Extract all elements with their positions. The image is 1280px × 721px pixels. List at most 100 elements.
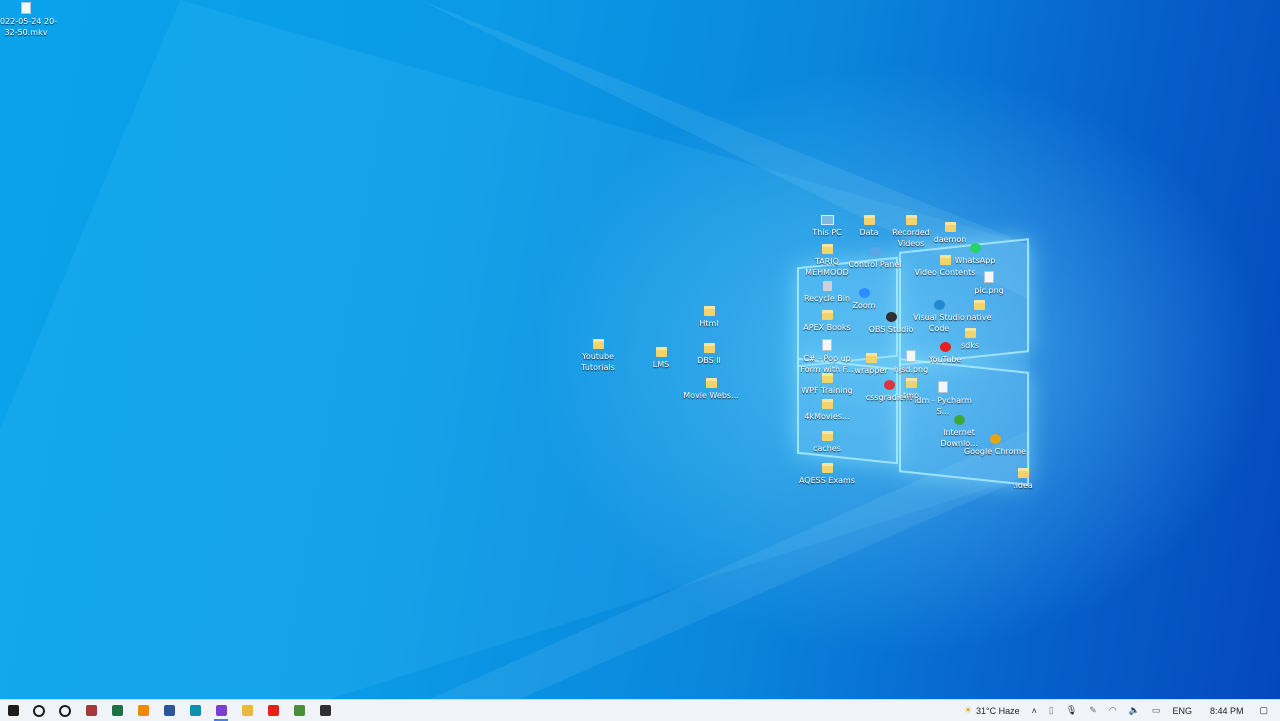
taskbar-apps <box>0 700 338 721</box>
word-icon[interactable] <box>156 700 182 721</box>
folder-icon <box>821 373 833 383</box>
obs-icon[interactable] <box>312 700 338 721</box>
recycle-bin-icon <box>822 281 832 291</box>
desktop-icon[interactable]: DBS II <box>677 343 741 366</box>
folder-icon <box>705 378 717 388</box>
access-icon[interactable] <box>78 700 104 721</box>
file-explorer-icon[interactable] <box>234 700 260 721</box>
desktop-icon[interactable]: pic.png <box>957 271 1021 296</box>
folder-icon <box>821 431 833 441</box>
folder-icon <box>703 306 715 316</box>
folder-icon <box>944 222 956 232</box>
chrome-icon[interactable] <box>286 700 312 721</box>
desktop-icon-label: 4kMovies... <box>804 412 850 421</box>
desktop-icon[interactable]: AQESS Exams <box>795 463 859 486</box>
desktop-icon[interactable]: 2022-05-24 20-32-50.mkv <box>0 2 58 38</box>
youtube-icon-glyph <box>267 705 279 716</box>
language-indicator[interactable]: ENG <box>1166 700 1198 721</box>
folder-icon <box>863 215 875 225</box>
desktop-icon-label: hjsd.png <box>893 365 929 374</box>
desktop-icon-label: caches <box>813 444 841 453</box>
desktop-icon[interactable]: native <box>947 300 1011 323</box>
pen-icon[interactable]: ✎ <box>1083 700 1103 721</box>
start-button[interactable] <box>0 700 26 721</box>
word-icon-glyph <box>163 705 175 716</box>
desktop-icon[interactable]: APEX Books <box>795 310 859 333</box>
file-icon <box>938 381 948 393</box>
desktop-icon[interactable]: Zoom <box>832 288 896 311</box>
desktop-icon-label: AQESS Exams <box>798 476 856 485</box>
desktop-icon[interactable]: Google Chrome <box>963 434 1027 457</box>
folder-icon <box>939 255 951 265</box>
desktop-icon-label: pic.png <box>974 286 1004 295</box>
notifications-icon[interactable]: ▢ <box>1255 700 1280 721</box>
cortana-icon-glyph <box>59 704 71 717</box>
desktop-icon-label: DBS II <box>697 356 721 365</box>
desktop-icon[interactable]: Control Panel <box>843 247 907 270</box>
app-icon <box>858 288 870 298</box>
edge-icon-glyph <box>189 705 201 716</box>
visual-studio-icon-glyph <box>215 705 227 716</box>
volume-icon[interactable]: 🔈 <box>1123 700 1146 721</box>
battery-icon[interactable]: ▭ <box>1146 700 1167 721</box>
folder-icon <box>964 328 976 338</box>
folder-icon <box>821 310 833 320</box>
app-icon <box>885 312 897 322</box>
desktop-icon[interactable]: WPF Training <box>795 373 859 396</box>
wifi-icon[interactable]: ◠ <box>1103 700 1123 721</box>
file-icon <box>906 350 916 362</box>
folder-icon <box>905 215 917 225</box>
excel-icon[interactable] <box>104 700 130 721</box>
folder-icon <box>973 300 985 310</box>
weather-widget[interactable]: ☀ 31°C Haze <box>958 700 1026 721</box>
desktop-icon[interactable]: idm - Pycharm S... <box>911 381 975 417</box>
taskbar: ☀ 31°C Haze ˄ ▯ 🎙 ✎ ◠ 🔈 ▭ ENG 8:44 PM ▢ <box>0 699 1280 721</box>
file-icon <box>21 2 31 14</box>
desktop-icon[interactable]: daemon <box>918 222 982 245</box>
desktop-icon-label: Google Chrome <box>963 447 1027 456</box>
folder-icon <box>821 463 833 473</box>
microphone-icon[interactable]: 🎙 <box>1060 700 1083 721</box>
search-icon[interactable] <box>26 700 52 721</box>
vlc-icon[interactable] <box>130 700 156 721</box>
weather-text: 31°C Haze <box>976 705 1020 716</box>
file-icon <box>984 271 994 283</box>
desktop-icon[interactable]: .idea <box>991 468 1055 491</box>
youtube-icon[interactable] <box>260 700 286 721</box>
desktop-icon[interactable]: 4kMovies... <box>795 399 859 422</box>
desktop-icon-label: idm - Pycharm S... <box>914 396 972 416</box>
folder-icon <box>703 343 715 353</box>
app-icon <box>989 434 1001 444</box>
desktop-icon-label: 2022-05-24 20-32-50.mkv <box>0 17 58 37</box>
desktop-icon[interactable]: caches <box>795 431 859 454</box>
excel-icon-glyph <box>111 705 123 716</box>
app-icon <box>869 247 881 257</box>
folder-icon <box>592 339 604 349</box>
desktop-icon-label: Data <box>859 228 879 237</box>
desktop-icon-label: native <box>966 313 992 322</box>
chrome-icon-glyph <box>293 705 305 716</box>
desktop-icon-label: .idea <box>1013 481 1033 490</box>
desktop-icon[interactable]: Html <box>677 306 741 329</box>
desktop: 2022-05-24 20-32-50.mkv This PC Data Record… <box>0 0 1280 699</box>
desktop-icon[interactable]: Youtube Tutorials <box>566 339 630 373</box>
desktop-icon-label: LMS <box>652 360 670 369</box>
show-hidden-icons-button[interactable]: ˄ <box>1026 700 1043 721</box>
computer-icon <box>820 215 834 225</box>
folder-icon <box>865 353 877 363</box>
desktop-icon-label: Control Panel <box>848 260 902 269</box>
clock[interactable]: 8:44 PM <box>1198 700 1256 721</box>
start-button-glyph <box>7 705 19 716</box>
tray-app-icon[interactable]: ▯ <box>1043 700 1060 721</box>
vlc-icon-glyph <box>137 705 149 716</box>
folder-icon <box>655 347 667 357</box>
search-icon-glyph <box>33 704 45 717</box>
visual-studio-icon[interactable] <box>208 700 234 721</box>
access-icon-glyph <box>85 705 97 716</box>
cortana-icon[interactable] <box>52 700 78 721</box>
folder-icon <box>821 244 833 254</box>
desktop-icon[interactable]: hjsd.png <box>879 350 943 375</box>
haze-icon: ☀ <box>963 705 973 715</box>
edge-icon[interactable] <box>182 700 208 721</box>
desktop-icon[interactable]: Movie Webs... <box>679 378 743 401</box>
